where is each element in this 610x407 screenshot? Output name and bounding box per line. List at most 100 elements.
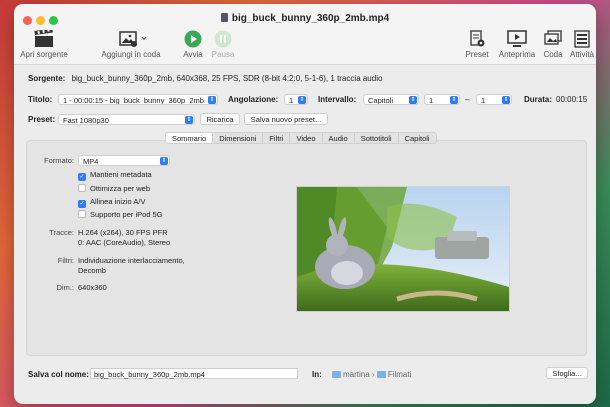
align-av-checkbox[interactable]: ✓ Allinea inizio A/V [78,197,145,208]
title-label: Titolo: [28,95,53,104]
pause-label: Pausa [211,50,235,59]
tab-audio[interactable]: Audio [323,133,355,143]
duration-label: Durata: [524,95,553,104]
angle-label: Angolazione: [228,95,279,104]
duration-row: Durata: 00:00:15 [524,95,587,104]
in-label: In: [312,370,322,379]
video-frame-image [297,187,509,311]
range-to-value: 1 [481,96,486,105]
settings-tabs: Sommario Dimensioni Filtri Video Audio S… [165,132,437,144]
queue-label: Coda [543,50,563,59]
range-label: Intervallo: [318,95,357,104]
tab-filters[interactable]: Filtri [263,133,291,143]
preset-label: Preset [465,50,489,59]
range-separator: – [465,95,469,104]
range-from-select[interactable]: 1 ⇕ [424,94,460,105]
add-to-queue-button[interactable]: Aggiungi in coda [96,30,166,59]
pause-button[interactable]: Pausa [208,30,238,59]
preset-select-value: Fast 1080p30 [63,116,109,125]
document-icon [220,13,228,22]
source-row: Sorgente: big_buck_bunny_360p_2mb, 640x3… [28,74,382,83]
tracks-info: H.264 (x264), 30 FPS PFR 0: AAC (CoreAudi… [78,228,170,248]
tracks-label: Tracce: [49,228,74,237]
web-optimize-label: Ottimizza per web [90,184,151,193]
preview-thumbnail [296,186,510,312]
align-av-label: Allinea inizio A/V [90,197,146,206]
checkmark-icon: ✓ [78,200,86,208]
start-label: Avvia [183,50,203,59]
monitor-icon [507,30,527,47]
preset-button[interactable]: Preset [462,30,492,59]
angle-label-wrap: Angolazione: [228,95,278,104]
reload-preset-button[interactable]: Ricarica [200,113,240,125]
add-to-queue-label: Aggiungi in coda [101,50,161,59]
format-label: Formato: [43,156,74,165]
chevron-updown-icon: ⇕ [409,96,417,104]
unchecked-box-icon [78,184,86,192]
path-separator: › [371,370,375,379]
filters-label: Filtri: [57,256,74,265]
preset-label-wrap: Preset: [28,115,55,124]
activity-label: Attività [569,50,594,59]
duration-value: 00:00:15 [556,95,588,104]
chevron-updown-icon: ⇕ [298,96,306,104]
destination-path[interactable]: martina › Filmati [332,370,411,379]
pause-icon [214,30,232,48]
activity-log-icon [574,30,590,48]
angle-select[interactable]: 1 ⇕ [284,94,308,105]
range-from-value: 1 [429,96,434,105]
clapperboard-icon [34,30,53,47]
tab-subtitles[interactable]: Sottotitoli [355,133,399,143]
preview-button[interactable]: Anteprima [496,30,538,59]
format-select[interactable]: MP4 ⇕ [78,155,170,166]
filters-line-1: Individuazione interlacciamento, [78,256,185,265]
tab-chapters[interactable]: Capitoli [399,133,436,143]
save-as-field[interactable]: big_buck_bunny_360p_2mb.mp4 [90,368,298,379]
tab-summary[interactable]: Sommario [166,133,214,143]
ipod-support-checkbox[interactable]: Supporto per iPod 5G [78,210,163,219]
tracks-audio: 0: AAC (CoreAudio), Stereo [78,238,171,247]
range-to-select[interactable]: 1 ⇕ [476,94,512,105]
tab-video[interactable]: Video [290,133,323,143]
tracks-video: H.264 (x264), 30 FPS PFR [78,228,168,237]
toolbar: big_buck_bunny_360p_2mb.mp4 Apri sorgent… [14,4,596,65]
range-type-value: Capitoli [368,96,394,105]
folder-icon [376,371,386,378]
chevron-updown-icon: ⇕ [160,157,168,165]
handbrake-window: big_buck_bunny_360p_2mb.mp4 Apri sorgent… [14,4,596,404]
in-label-wrap: In: [312,370,322,379]
preview-label: Anteprima [498,50,536,59]
unchecked-box-icon [78,210,86,218]
title-label-wrap: Titolo: [28,95,52,104]
preset-row-label: Preset: [28,115,56,124]
tab-dimensions[interactable]: Dimensioni [213,133,264,143]
chevron-updown-icon: ⇕ [502,96,510,104]
source-info: big_buck_bunny_360p_2mb, 640x368, 25 FPS… [71,74,383,83]
checkmark-icon: ✓ [78,173,86,181]
chevron-updown-icon: ⇕ [450,96,458,104]
dimensions-value: 640x360 [78,283,107,292]
preset-select[interactable]: Fast 1080p30 ⇕ [58,114,195,125]
format-select-value: MP4 [83,157,99,166]
queue-button[interactable]: Coda [540,30,566,59]
filters-line-2: Decomb [78,266,106,275]
filters-info: Individuazione interlacciamento, Decomb [78,256,185,276]
title-select-value: 1 - 00:00:15 - big_buck_bunny_360p_2mb [63,96,204,105]
save-new-preset-button[interactable]: Salva nuovo preset... [244,113,328,125]
queue-stack-icon [544,30,562,45]
source-label: Sorgente: [28,74,66,83]
range-separator-text: – [465,95,470,104]
add-to-queue-icon [119,31,147,47]
output-bar: Salva col nome: big_buck_bunny_360p_2mb.… [14,360,596,404]
start-button[interactable]: Avvia [178,30,208,59]
window-title: big_buck_bunny_360p_2mb.mp4 [14,13,596,24]
browse-button[interactable]: Sfoglia... [546,367,588,379]
open-source-button[interactable]: Apri sorgente [16,30,72,59]
activity-button[interactable]: Attività [568,30,596,59]
title-select[interactable]: 1 - 00:00:15 - big_buck_bunny_360p_2mb ⇕ [58,94,218,105]
angle-select-value: 1 [289,96,294,105]
path-folder: Filmati [387,370,412,379]
keep-metadata-checkbox[interactable]: ✓ Mantieni metadata [78,170,152,181]
range-type-select[interactable]: Capitoli ⇕ [363,94,419,105]
web-optimize-checkbox[interactable]: Ottimizza per web [78,184,150,193]
